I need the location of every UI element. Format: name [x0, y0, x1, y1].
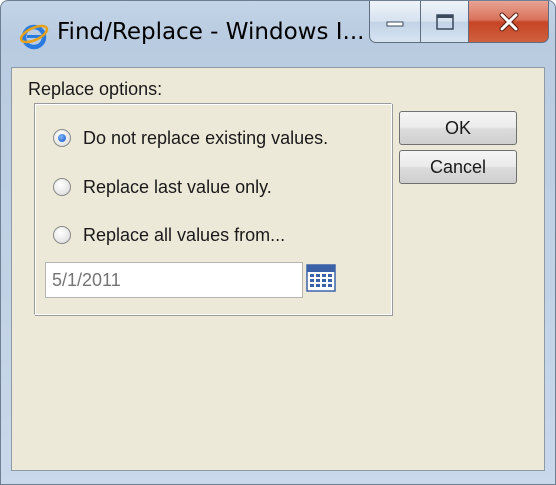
ok-button[interactable]: OK	[399, 111, 517, 145]
radio-button-checked[interactable]	[53, 129, 71, 147]
replace-options-label: Replace options:	[28, 79, 163, 99]
internet-explorer-icon	[19, 24, 49, 50]
maximize-button[interactable]	[421, 1, 469, 43]
window-controls	[369, 1, 549, 47]
radio-button[interactable]	[53, 226, 71, 244]
radio-do-not-replace[interactable]: Do not replace existing values.	[53, 123, 328, 153]
radio-label: Do not replace existing values.	[83, 127, 329, 148]
radio-replace-all-from[interactable]: Replace all values from...	[53, 220, 285, 250]
close-button[interactable]	[469, 1, 549, 43]
title-bar[interactable]: Find/Replace - Windows I...	[1, 1, 555, 67]
radio-replace-last[interactable]: Replace last value only.	[53, 172, 272, 202]
from-date-input[interactable]	[45, 262, 303, 298]
window-title: Find/Replace - Windows I...	[57, 19, 365, 45]
radio-label: Replace all values from...	[83, 224, 286, 245]
radio-button[interactable]	[53, 178, 71, 196]
minimize-button[interactable]	[369, 1, 421, 43]
dialog-window: Find/Replace - Windows I... Replace opti…	[0, 0, 556, 485]
close-icon	[499, 12, 518, 31]
minimize-icon	[386, 21, 404, 26]
calendar-icon[interactable]	[306, 263, 336, 293]
maximize-icon	[435, 13, 454, 30]
cancel-button[interactable]: Cancel	[399, 150, 517, 184]
radio-label: Replace last value only.	[83, 176, 272, 197]
